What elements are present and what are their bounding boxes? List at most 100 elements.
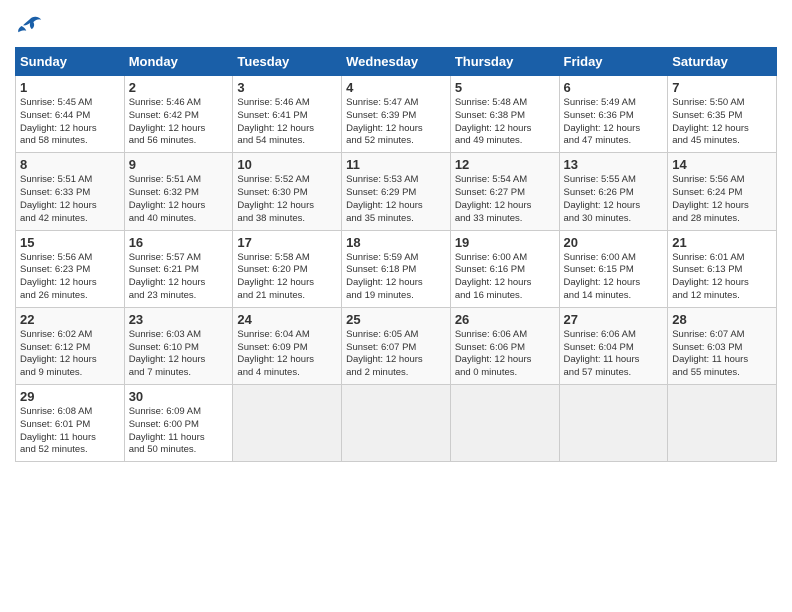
column-header-sunday: Sunday: [16, 48, 125, 76]
calendar-cell: 8 Sunrise: 5:51 AM Sunset: 6:33 PM Daylig…: [16, 153, 125, 230]
calendar-cell: 29 Sunrise: 6:08 AM Sunset: 6:01 PM Dayli…: [16, 385, 125, 462]
day-info: Sunrise: 5:55 AM Sunset: 6:26 PM Dayligh…: [564, 174, 664, 225]
calendar-week-row: 29 Sunrise: 6:08 AM Sunset: 6:01 PM Dayli…: [16, 385, 777, 462]
calendar-cell: 4Sunrise: 5:47 AM Sunset: 6:39 PM Daylig…: [342, 76, 451, 153]
calendar-cell: 13 Sunrise: 5:55 AM Sunset: 6:26 PM Dayli…: [559, 153, 668, 230]
calendar-cell: 15Sunrise: 5:56 AM Sunset: 6:23 PM Dayli…: [16, 230, 125, 307]
calendar-cell: [450, 385, 559, 462]
day-number: 20: [564, 235, 664, 250]
day-info: Sunrise: 5:46 AM Sunset: 6:41 PM Dayligh…: [237, 97, 337, 148]
calendar-cell: 10 Sunrise: 5:52 AM Sunset: 6:30 PM Dayli…: [233, 153, 342, 230]
day-number: 2: [129, 80, 229, 95]
day-number: 28: [672, 312, 772, 327]
day-number: 3: [237, 80, 337, 95]
day-info: Sunrise: 5:59 AM Sunset: 6:18 PM Dayligh…: [346, 252, 446, 303]
calendar-cell: 9Sunrise: 5:51 AM Sunset: 6:32 PM Daylig…: [124, 153, 233, 230]
column-header-monday: Monday: [124, 48, 233, 76]
day-number: 15: [20, 235, 120, 250]
day-number: 22: [20, 312, 120, 327]
day-number: 27: [564, 312, 664, 327]
header: [15, 15, 777, 37]
day-number: 26: [455, 312, 555, 327]
day-info: Sunrise: 6:00 AM Sunset: 6:15 PM Dayligh…: [564, 252, 664, 303]
calendar-cell: 19Sunrise: 6:00 AM Sunset: 6:16 PM Dayli…: [450, 230, 559, 307]
day-info: Sunrise: 6:08 AM Sunset: 6:01 PM Dayligh…: [20, 406, 120, 457]
calendar-cell: 16 Sunrise: 5:57 AM Sunset: 6:21 PM Dayli…: [124, 230, 233, 307]
calendar-cell: 21 Sunrise: 6:01 AM Sunset: 6:13 PM Dayli…: [668, 230, 777, 307]
day-number: 13: [564, 157, 664, 172]
calendar-cell: 20 Sunrise: 6:00 AM Sunset: 6:15 PM Dayli…: [559, 230, 668, 307]
calendar-cell: 2 Sunrise: 5:46 AM Sunset: 6:42 PM Daylig…: [124, 76, 233, 153]
day-info: Sunrise: 6:00 AM Sunset: 6:16 PM Dayligh…: [455, 252, 555, 303]
column-header-thursday: Thursday: [450, 48, 559, 76]
day-number: 8: [20, 157, 120, 172]
day-info: Sunrise: 6:09 AM Sunset: 6:00 PM Dayligh…: [129, 406, 229, 457]
day-info: Sunrise: 6:04 AM Sunset: 6:09 PM Dayligh…: [237, 329, 337, 380]
calendar-cell: 24 Sunrise: 6:04 AM Sunset: 6:09 PM Dayli…: [233, 307, 342, 384]
calendar-cell: [342, 385, 451, 462]
day-info: Sunrise: 6:06 AM Sunset: 6:06 PM Dayligh…: [455, 329, 555, 380]
calendar-table: SundayMondayTuesdayWednesdayThursdayFrid…: [15, 47, 777, 462]
day-info: Sunrise: 6:07 AM Sunset: 6:03 PM Dayligh…: [672, 329, 772, 380]
day-info: Sunrise: 5:45 AM Sunset: 6:44 PM Dayligh…: [20, 97, 120, 148]
calendar-cell: [233, 385, 342, 462]
column-header-saturday: Saturday: [668, 48, 777, 76]
day-number: 5: [455, 80, 555, 95]
calendar-week-row: 22Sunrise: 6:02 AM Sunset: 6:12 PM Dayli…: [16, 307, 777, 384]
day-number: 9: [129, 157, 229, 172]
calendar-week-row: 1Sunrise: 5:45 AM Sunset: 6:44 PM Daylig…: [16, 76, 777, 153]
logo: [15, 15, 48, 37]
calendar-cell: 5 Sunrise: 5:48 AM Sunset: 6:38 PM Daylig…: [450, 76, 559, 153]
day-number: 21: [672, 235, 772, 250]
day-info: Sunrise: 6:05 AM Sunset: 6:07 PM Dayligh…: [346, 329, 446, 380]
calendar-cell: 22Sunrise: 6:02 AM Sunset: 6:12 PM Dayli…: [16, 307, 125, 384]
calendar-cell: 1Sunrise: 5:45 AM Sunset: 6:44 PM Daylig…: [16, 76, 125, 153]
day-info: Sunrise: 5:51 AM Sunset: 6:33 PM Dayligh…: [20, 174, 120, 225]
calendar-cell: 11Sunrise: 5:53 AM Sunset: 6:29 PM Dayli…: [342, 153, 451, 230]
day-number: 14: [672, 157, 772, 172]
calendar-cell: [668, 385, 777, 462]
day-number: 29: [20, 389, 120, 404]
day-info: Sunrise: 5:48 AM Sunset: 6:38 PM Dayligh…: [455, 97, 555, 148]
day-info: Sunrise: 5:47 AM Sunset: 6:39 PM Dayligh…: [346, 97, 446, 148]
day-info: Sunrise: 6:06 AM Sunset: 6:04 PM Dayligh…: [564, 329, 664, 380]
day-number: 25: [346, 312, 446, 327]
day-number: 10: [237, 157, 337, 172]
day-info: Sunrise: 5:54 AM Sunset: 6:27 PM Dayligh…: [455, 174, 555, 225]
day-info: Sunrise: 5:57 AM Sunset: 6:21 PM Dayligh…: [129, 252, 229, 303]
day-info: Sunrise: 6:01 AM Sunset: 6:13 PM Dayligh…: [672, 252, 772, 303]
calendar-cell: 17Sunrise: 5:58 AM Sunset: 6:20 PM Dayli…: [233, 230, 342, 307]
day-number: 18: [346, 235, 446, 250]
calendar-cell: 30 Sunrise: 6:09 AM Sunset: 6:00 PM Dayli…: [124, 385, 233, 462]
day-info: Sunrise: 5:53 AM Sunset: 6:29 PM Dayligh…: [346, 174, 446, 225]
calendar-cell: 12 Sunrise: 5:54 AM Sunset: 6:27 PM Dayli…: [450, 153, 559, 230]
day-number: 17: [237, 235, 337, 250]
column-header-wednesday: Wednesday: [342, 48, 451, 76]
day-info: Sunrise: 5:46 AM Sunset: 6:42 PM Dayligh…: [129, 97, 229, 148]
calendar-cell: 6 Sunrise: 5:49 AM Sunset: 6:36 PM Daylig…: [559, 76, 668, 153]
day-number: 12: [455, 157, 555, 172]
day-info: Sunrise: 5:49 AM Sunset: 6:36 PM Dayligh…: [564, 97, 664, 148]
calendar-cell: 18 Sunrise: 5:59 AM Sunset: 6:18 PM Dayli…: [342, 230, 451, 307]
day-number: 7: [672, 80, 772, 95]
calendar-cell: 14Sunrise: 5:56 AM Sunset: 6:24 PM Dayli…: [668, 153, 777, 230]
calendar-cell: 25 Sunrise: 6:05 AM Sunset: 6:07 PM Dayli…: [342, 307, 451, 384]
calendar-cell: 26 Sunrise: 6:06 AM Sunset: 6:06 PM Dayli…: [450, 307, 559, 384]
calendar-cell: 23Sunrise: 6:03 AM Sunset: 6:10 PM Dayli…: [124, 307, 233, 384]
day-info: Sunrise: 5:50 AM Sunset: 6:35 PM Dayligh…: [672, 97, 772, 148]
column-header-tuesday: Tuesday: [233, 48, 342, 76]
day-number: 6: [564, 80, 664, 95]
calendar-cell: 7 Sunrise: 5:50 AM Sunset: 6:35 PM Daylig…: [668, 76, 777, 153]
calendar-cell: [559, 385, 668, 462]
day-number: 23: [129, 312, 229, 327]
day-number: 24: [237, 312, 337, 327]
calendar-page: SundayMondayTuesdayWednesdayThursdayFrid…: [0, 0, 792, 612]
calendar-cell: 27 Sunrise: 6:06 AM Sunset: 6:04 PM Dayli…: [559, 307, 668, 384]
day-number: 16: [129, 235, 229, 250]
calendar-week-row: 15Sunrise: 5:56 AM Sunset: 6:23 PM Dayli…: [16, 230, 777, 307]
day-info: Sunrise: 5:52 AM Sunset: 6:30 PM Dayligh…: [237, 174, 337, 225]
calendar-cell: 3 Sunrise: 5:46 AM Sunset: 6:41 PM Daylig…: [233, 76, 342, 153]
column-header-friday: Friday: [559, 48, 668, 76]
calendar-week-row: 8 Sunrise: 5:51 AM Sunset: 6:33 PM Daylig…: [16, 153, 777, 230]
day-number: 30: [129, 389, 229, 404]
